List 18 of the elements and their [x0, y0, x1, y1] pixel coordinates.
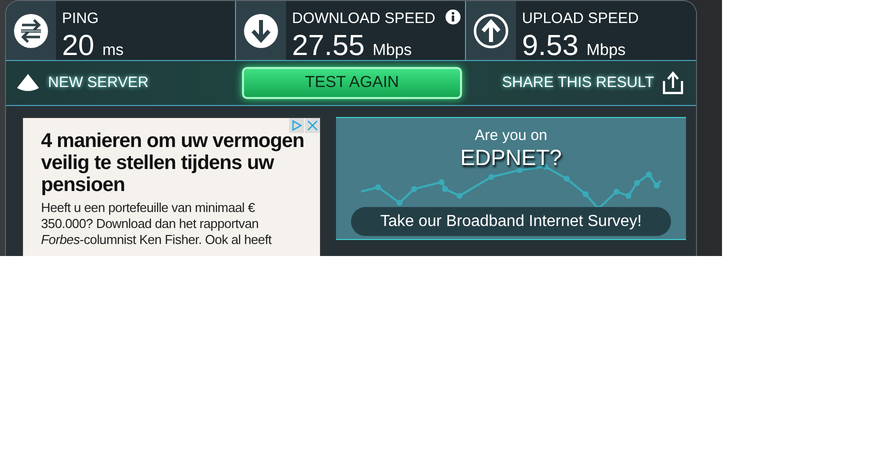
survey-question: Are you on: [474, 126, 548, 145]
ping-arrows-icon: [13, 12, 49, 48]
share-icon[interactable]: [662, 71, 684, 95]
test-again-button[interactable]: TEST AGAIN: [242, 67, 462, 99]
info-icon[interactable]: [445, 9, 461, 25]
share-result-link[interactable]: SHARE THIS RESULT: [502, 72, 654, 94]
ad-headline: 4 manieren om uw vermogen veilig te stellen tijdens uw pensioen: [41, 130, 306, 196]
metric-value: 20 ms: [62, 31, 125, 64]
metric-value: 9.53 Mbps: [522, 31, 627, 64]
metric-label: UPLOAD SPEED: [522, 10, 639, 27]
ad-text: Heeft u een portefeuille van minimaal € 350.000? Download dan het rapportvan Forbes-columnist Ken Fisher. Ook al heeft: [41, 200, 273, 248]
metric-value: 27.55 Mbps: [292, 31, 413, 64]
server-icon: [16, 73, 40, 93]
new-server-link[interactable]: NEW SERVER: [48, 72, 149, 94]
metric-label: PING: [62, 10, 99, 27]
metric-label: DOWNLOAD SPEED: [292, 10, 436, 27]
provider-name: EDPNET?: [459, 145, 563, 171]
survey-button[interactable]: Take our Broadband Internet Survey!: [351, 207, 671, 236]
